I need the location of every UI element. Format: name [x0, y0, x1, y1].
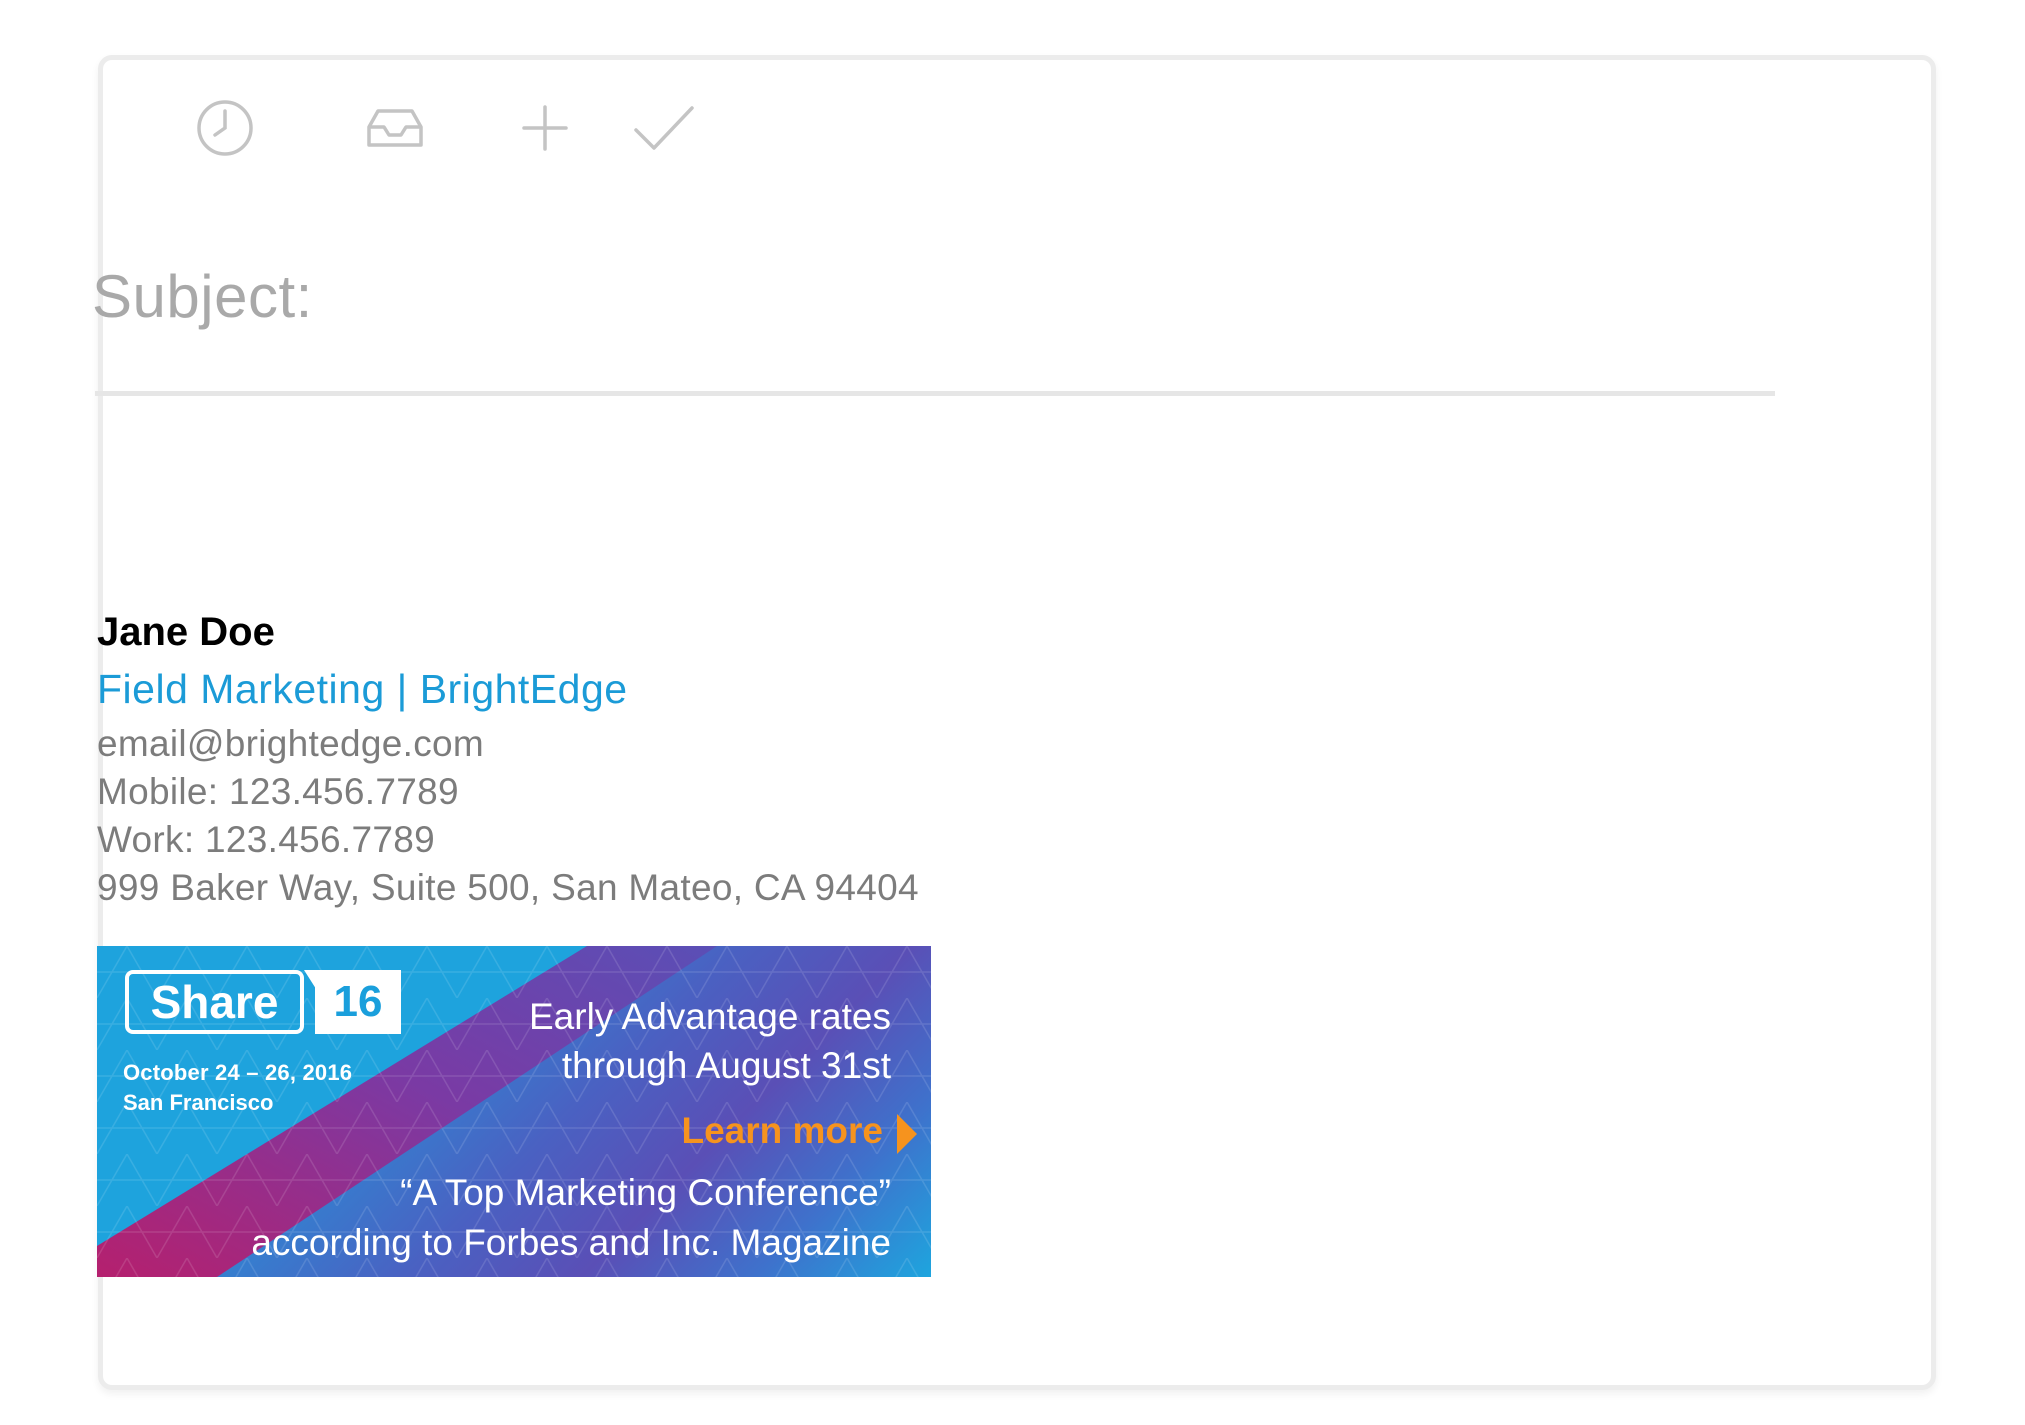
learn-more-link[interactable]: Learn more: [681, 1110, 883, 1152]
share16-banner[interactable]: Share 16 October 24 – 26, 2016 San Franc…: [97, 946, 931, 1277]
clock-icon: [197, 100, 253, 156]
compose-toolbar: [97, 88, 697, 168]
banner-line-2: through August 31st: [561, 1045, 891, 1086]
inbox-icon: [367, 109, 423, 147]
inbox-button[interactable]: [355, 88, 435, 168]
signature-email[interactable]: email@brightedge.com: [97, 723, 484, 765]
done-button[interactable]: [624, 88, 704, 168]
share-logo: Share: [125, 970, 304, 1034]
plus-icon: [522, 105, 568, 151]
banner-quote-line-2: according to Forbes and Inc. Magazine: [251, 1222, 891, 1263]
signature-work: Work: 123.456.7789: [97, 819, 435, 860]
signature-mobile: Mobile: 123.456.7789: [97, 771, 459, 812]
signature-title: Field Marketing | BrightEdge: [97, 666, 628, 712]
signature-name: Jane Doe: [97, 610, 275, 654]
banner-quote-line-1: “A Top Marketing Conference”: [400, 1172, 891, 1213]
share-logo-number: 16: [315, 970, 401, 1034]
subject-field-label[interactable]: Subject:: [92, 262, 313, 331]
play-arrow-icon: [897, 1114, 917, 1154]
schedule-button[interactable]: [185, 88, 265, 168]
check-icon: [634, 106, 694, 150]
subject-divider: [95, 391, 1775, 396]
event-city: San Francisco: [123, 1090, 274, 1115]
signature-address: 999 Baker Way, Suite 500, San Mateo, CA …: [97, 867, 919, 908]
event-dates: October 24 – 26, 2016: [123, 1060, 353, 1085]
banner-line-1: Early Advantage rates: [529, 996, 891, 1037]
add-button[interactable]: [505, 88, 585, 168]
